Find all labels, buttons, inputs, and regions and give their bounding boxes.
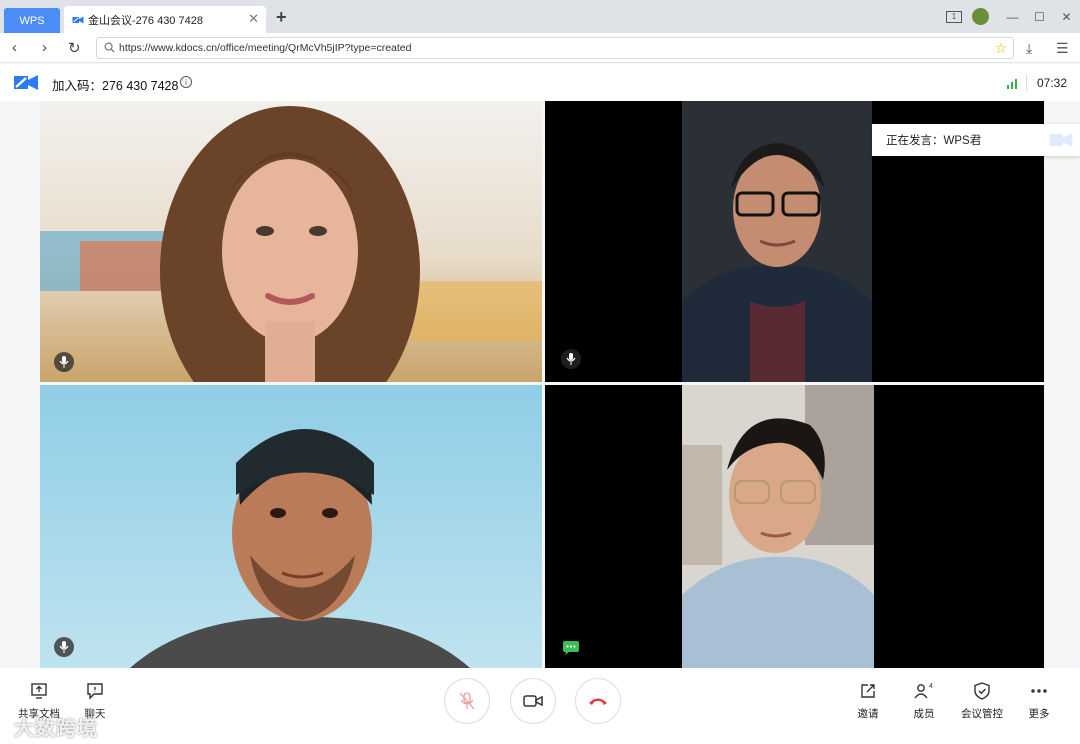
meeting-control-button[interactable]: 会议管控	[957, 682, 1007, 721]
more-icon	[1031, 689, 1047, 693]
invite-button[interactable]: 邀请	[843, 682, 893, 721]
join-code: 加入码：276 430 7428	[52, 79, 179, 93]
members-icon: 4	[914, 683, 933, 699]
mic-on-icon	[54, 637, 74, 657]
meeting-header: 加入码：276 430 7428 i 07:32	[0, 64, 1080, 101]
video-tile[interactable]	[40, 385, 542, 668]
url-text: https://www.kdocs.cn/office/meeting/QrMc…	[119, 42, 412, 54]
participant-video	[40, 101, 542, 382]
refresh-icon[interactable]: ↻	[68, 39, 81, 57]
share-screen-icon	[31, 683, 47, 699]
divider	[1026, 74, 1027, 91]
meeting-app: WPS 金山会议-276 430 7428 ✕ + 1 — ☐ ✕ ‹ › ↻	[0, 0, 1080, 744]
window-count-badge[interactable]: 1	[946, 10, 962, 23]
shield-icon	[974, 682, 990, 700]
meeting-logo-icon	[14, 75, 38, 90]
more-label: 更多	[1028, 708, 1050, 720]
download-icon[interactable]: ⤓	[1026, 40, 1032, 57]
chat-bubble-icon	[563, 641, 579, 655]
meeting-timer: 07:32	[1037, 76, 1068, 90]
close-window-icon[interactable]: ✕	[1053, 0, 1080, 33]
hang-up-button[interactable]	[575, 678, 621, 724]
maximize-icon[interactable]: ☐	[1026, 0, 1053, 33]
info-icon[interactable]: i	[180, 76, 192, 88]
hang-up-icon	[589, 698, 607, 705]
window-controls: 1 — ☐ ✕	[946, 0, 1080, 33]
browser-tab-strip: WPS 金山会议-276 430 7428 ✕ + 1 — ☐ ✕	[0, 0, 1080, 33]
speaking-text: 正在发言：WPS君	[886, 135, 982, 147]
meeting-logo-icon	[1049, 132, 1073, 148]
back-icon[interactable]: ‹	[12, 39, 17, 56]
bookmark-star-icon[interactable]: ☆	[994, 40, 1007, 57]
search-icon	[104, 42, 115, 53]
chat-icon	[87, 683, 103, 700]
participant-video	[40, 385, 542, 668]
tab-meeting-label: 金山会议-276 430 7428	[88, 14, 203, 27]
meeting-logo-icon	[72, 16, 84, 23]
menu-icon[interactable]: ☰	[1056, 40, 1069, 57]
mic-on-icon	[561, 349, 581, 369]
mic-on-icon	[54, 352, 74, 372]
minimize-icon[interactable]: —	[999, 0, 1026, 33]
url-input[interactable]: https://www.kdocs.cn/office/meeting/QrMc…	[96, 37, 1014, 59]
mic-muted-icon	[459, 692, 475, 710]
invite-label: 邀请	[857, 708, 879, 720]
more-button[interactable]: 更多	[1014, 682, 1064, 721]
members-label: 成员	[913, 708, 935, 720]
new-tab-button[interactable]: +	[276, 7, 287, 28]
video-grid	[40, 101, 1044, 668]
meeting-toolbar: 共享文档 聊天 邀请 4 成员 会议管控 更多	[0, 668, 1080, 744]
camera-button[interactable]	[510, 678, 556, 724]
address-bar: ‹ › ↻ https://www.kdocs.cn/office/meetin…	[0, 33, 1080, 63]
participant-video	[545, 385, 1044, 668]
video-tile[interactable]	[545, 385, 1044, 668]
close-icon[interactable]: ✕	[248, 11, 259, 27]
video-camera-icon	[523, 695, 543, 707]
forward-icon[interactable]: ›	[42, 39, 47, 56]
meeting-control-label: 会议管控	[961, 708, 1003, 720]
members-count: 4	[929, 683, 933, 690]
video-tile[interactable]	[40, 101, 542, 382]
watermark: 大数跨境	[14, 718, 98, 740]
invite-icon	[861, 684, 875, 698]
mute-button[interactable]	[444, 678, 490, 724]
tab-meeting[interactable]: 金山会议-276 430 7428 ✕	[64, 6, 266, 33]
signal-strength-icon	[1007, 79, 1017, 89]
avatar[interactable]	[972, 8, 989, 25]
members-button[interactable]: 4 成员	[899, 682, 949, 721]
speaking-indicator: 正在发言：WPS君	[872, 124, 1080, 156]
tab-wps[interactable]: WPS	[4, 8, 60, 33]
